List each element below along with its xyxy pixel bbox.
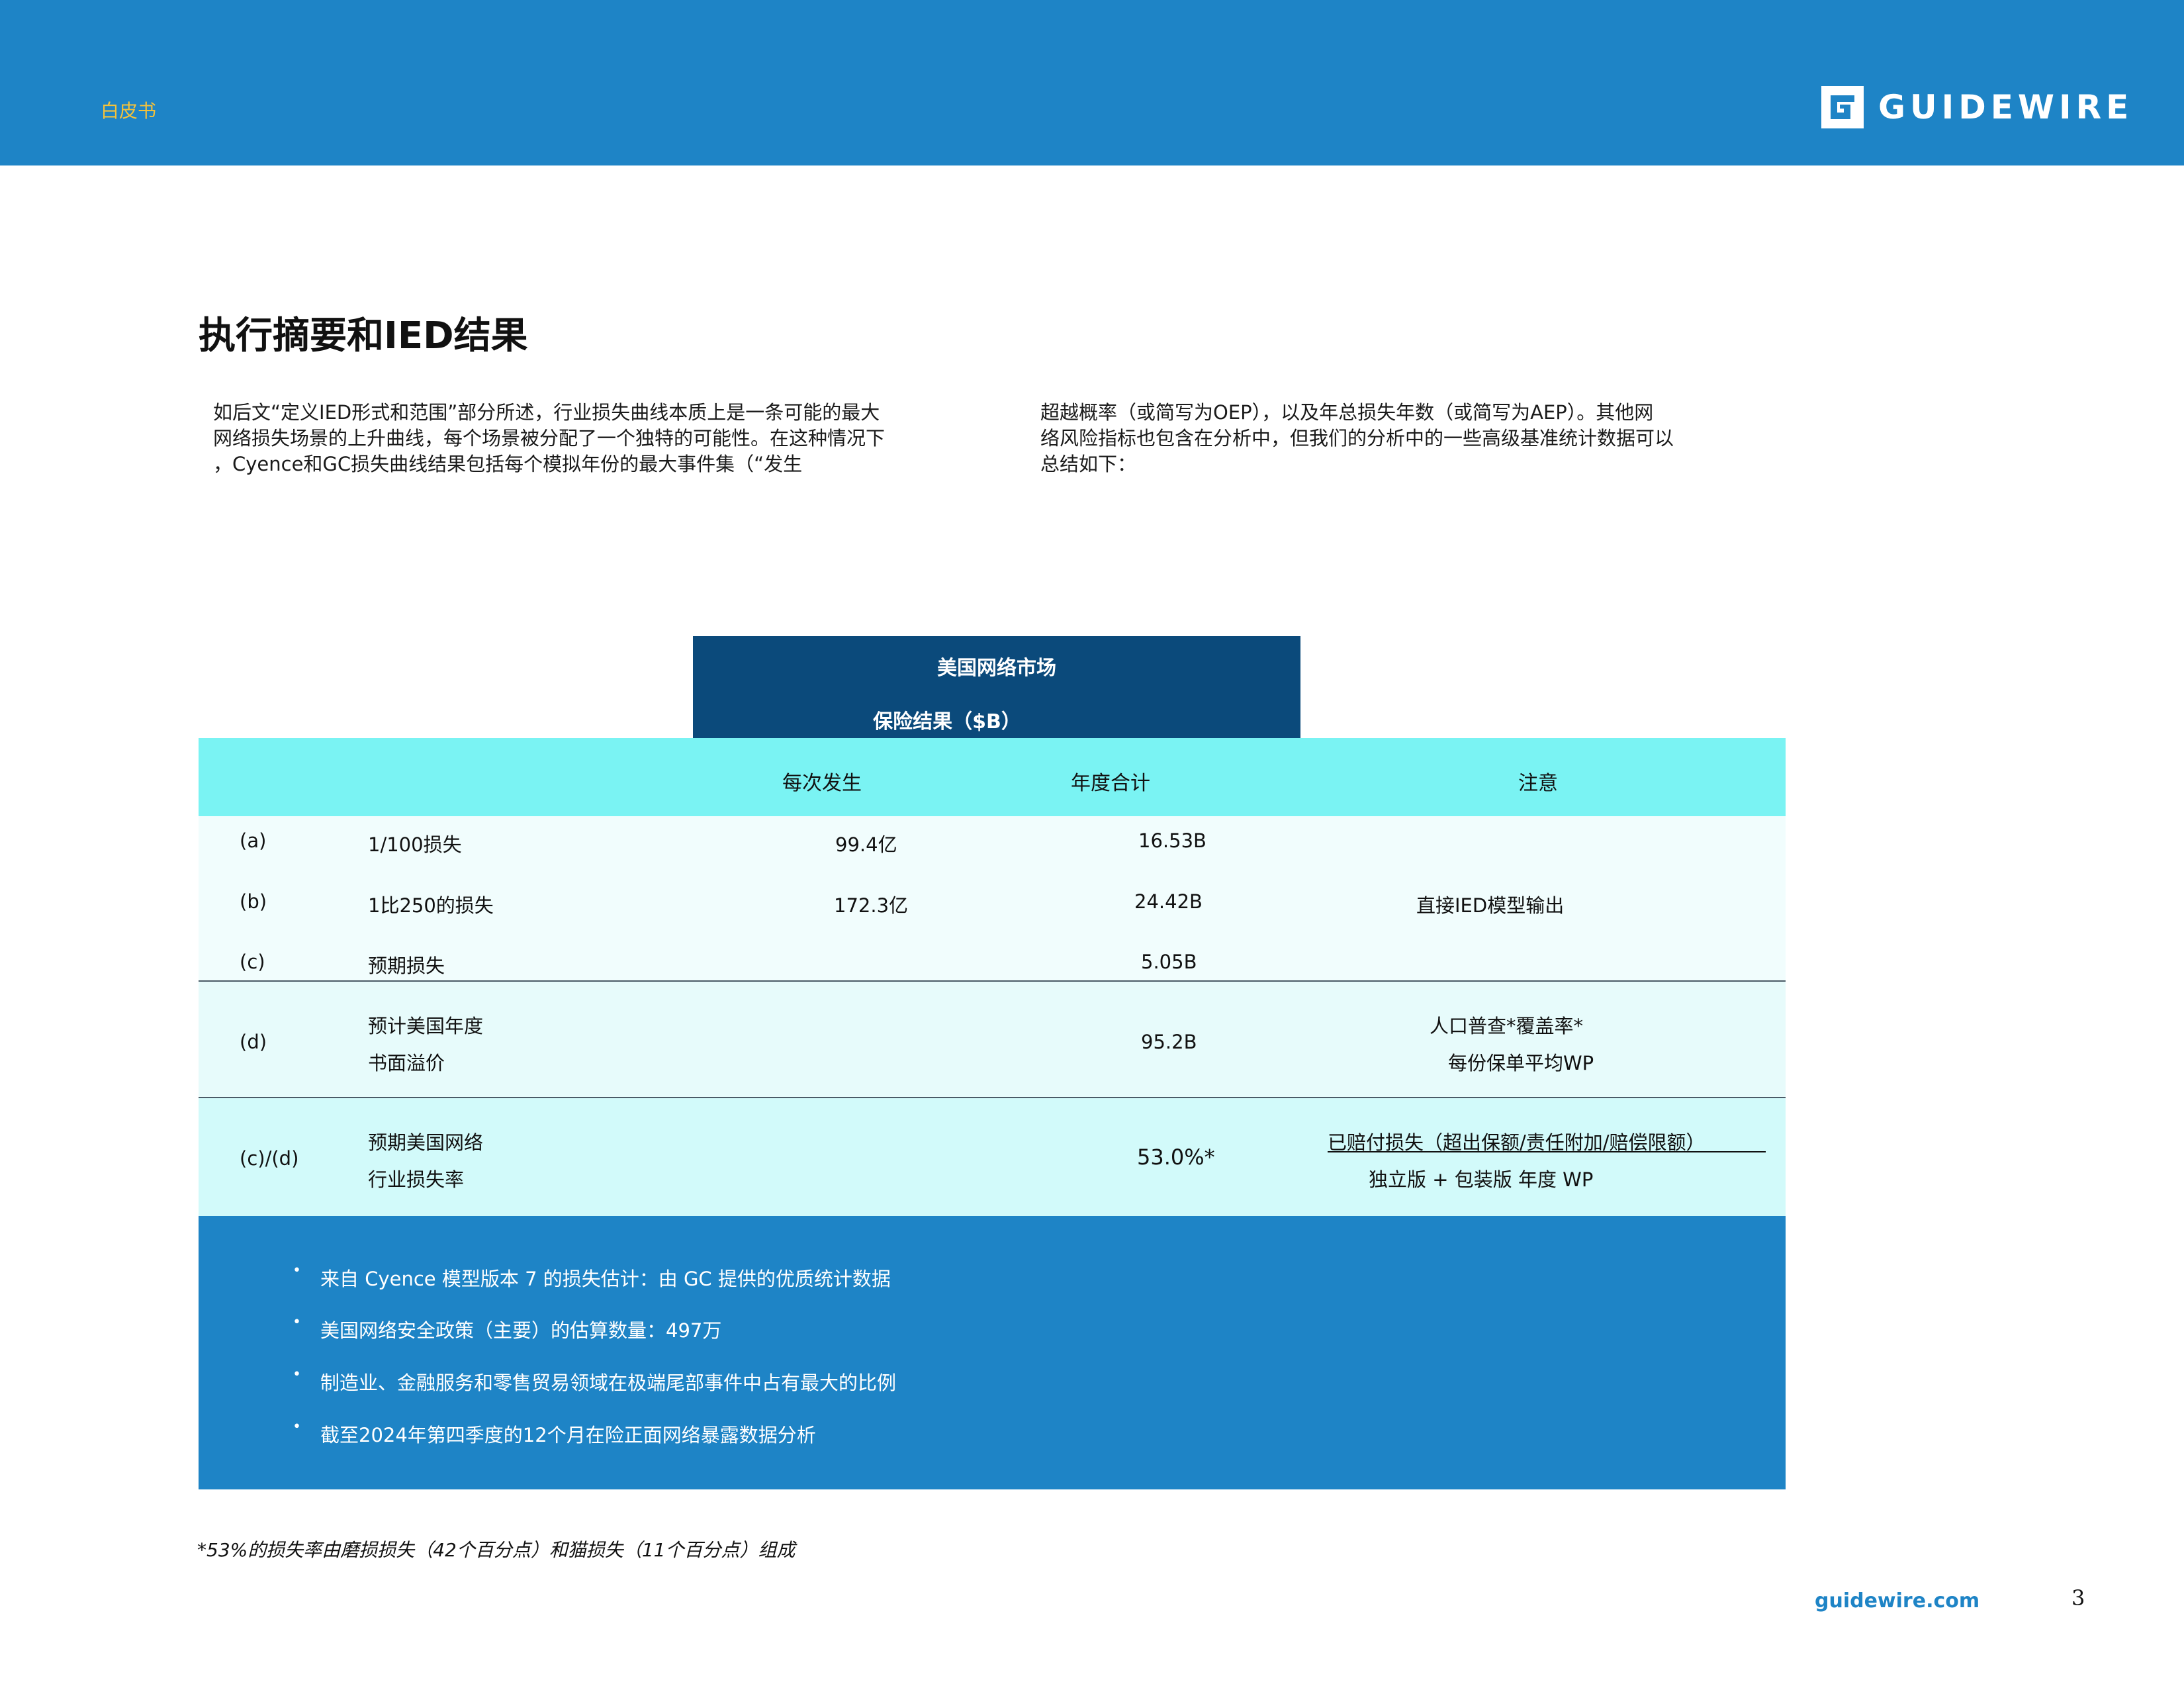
note-text: 截至2024年第四季度的12个月在险正面网络暴露数据分析: [320, 1424, 816, 1446]
guidewire-logo-icon: [1821, 86, 1864, 128]
table-row-cd: (c)/(d) 预期美国网络 行业损失率 53.0%* 已赔付损失（超出保额/责…: [199, 1098, 1786, 1216]
row-b-label: 1比250的损失: [368, 894, 494, 917]
intro-left-line: ，Cyence和GC损失曲线结果包括每个模拟年份的最大事件集（“发生: [213, 453, 803, 475]
row-a-occurrence: 99.4亿: [835, 833, 897, 856]
row-b-annual: 24.42B: [1134, 890, 1203, 913]
intro-right-line: 超越概率（或简写为OEP），以及年总损失年数（或简写为AEP）。其他网: [1040, 401, 1654, 424]
table-row-group-abc: (a) 1/100损失 99.4亿 16.53B (b) 1比250的损失 17…: [199, 816, 1786, 982]
row-b-id: (b): [240, 890, 267, 913]
row-d-id: (d): [240, 1031, 267, 1053]
row-b-occurrence: 172.3亿: [834, 894, 909, 917]
column-header-occurrence: 每次发生: [782, 772, 862, 795]
guidewire-logo[interactable]: GUIDEWIRE: [1821, 85, 2133, 130]
header-band: [0, 0, 2184, 165]
bullet-icon: •: [293, 1314, 301, 1331]
bullet-icon: •: [293, 1262, 301, 1279]
row-d-label-line1: 预计美国年度: [368, 1015, 484, 1037]
intro-right-column: 超越概率（或简写为OEP），以及年总损失年数（或简写为AEP）。其他网 络风险指…: [1040, 400, 1762, 477]
table-heading: 美国网络市场 保险结果（$B）: [693, 636, 1300, 738]
page-number: 3: [2071, 1585, 2085, 1611]
column-header-notes: 注意: [1518, 772, 1558, 795]
row-cd-id: (c)/(d): [240, 1147, 299, 1170]
notes-box: • 来自 Cyence 模型版本 7 的损失估计：由 GC 提供的优质统计数据 …: [199, 1216, 1786, 1489]
row-d-label-line2: 书面溢价: [368, 1052, 445, 1074]
intro-right-line: 总结如下：: [1040, 453, 1137, 475]
fraction-rule: [1328, 1151, 1766, 1152]
row-cd-annual: 53.0%*: [1137, 1145, 1215, 1170]
column-header-annual: 年度合计: [1071, 772, 1150, 795]
row-c-annual: 5.05B: [1141, 951, 1197, 973]
page-title: 执行摘要和IED结果: [199, 314, 528, 357]
footnote: *53%的损失率由磨损损失（42个百分点）和猫损失（11个百分点）组成: [197, 1539, 796, 1561]
table-heading-line1: 美国网络市场: [937, 657, 1056, 680]
table-column-header-row: 每次发生 年度合计 注意: [199, 738, 1786, 816]
doc-type-label: 白皮书: [101, 100, 157, 122]
table-row-d: (d) 预计美国年度 书面溢价 95.2B 人口普查*覆盖率* 每份保单平均WP: [199, 982, 1786, 1098]
row-a-annual: 16.53B: [1138, 829, 1206, 852]
bullet-icon: •: [293, 1419, 301, 1435]
row-d-note-line2: 每份保单平均WP: [1448, 1052, 1594, 1074]
row-c-label: 预期损失: [368, 955, 445, 977]
row-cd-label-line1: 预期美国网络: [368, 1131, 484, 1154]
intro-left-line: 网络损失场景的上升曲线，每个场景被分配了一个独特的可能性。在这种情况下: [213, 427, 886, 449]
row-cd-note-line2: 独立版 + 包装版 年度 WP: [1369, 1168, 1594, 1191]
row-d-note-line1: 人口普查*覆盖率*: [1430, 1015, 1584, 1037]
row-a-id: (a): [240, 829, 267, 852]
table-heading-line2: 保险结果（$B）: [873, 710, 1021, 733]
row-c-id: (c): [240, 951, 265, 973]
intro-left-column: 如后文“定义IED形式和范围”部分所述，行业损失曲线本质上是一条可能的最大 网络…: [213, 400, 974, 477]
intro-left-line: 如后文“定义IED形式和范围”部分所述，行业损失曲线本质上是一条可能的最大: [213, 401, 880, 424]
website-link[interactable]: guidewire.com: [1815, 1589, 1979, 1613]
row-cd-label-line2: 行业损失率: [368, 1168, 465, 1191]
note-text: 来自 Cyence 模型版本 7 的损失估计：由 GC 提供的优质统计数据: [320, 1268, 891, 1290]
bullet-icon: •: [293, 1366, 301, 1383]
note-text: 制造业、金融服务和零售贸易领域在极端尾部事件中占有最大的比例: [320, 1372, 897, 1394]
guidewire-logo-text: GUIDEWIRE: [1878, 88, 2134, 126]
intro-right-line: 络风险指标也包含在分析中，但我们的分析中的一些高级基准统计数据可以: [1040, 427, 1674, 449]
row-a-label: 1/100损失: [368, 833, 462, 856]
note-text: 美国网络安全政策（主要）的估算数量：497万: [320, 1319, 722, 1342]
row-d-annual: 95.2B: [1141, 1031, 1197, 1053]
row-b-note: 直接IED模型输出: [1416, 894, 1565, 917]
